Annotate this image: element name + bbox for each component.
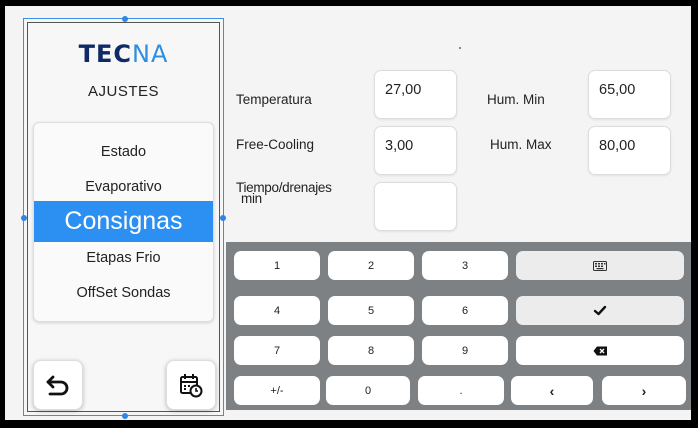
numeric-keypad: 1 2 3 4 5 6 7 8 9 +/- 0 . ‹ › [226, 242, 691, 410]
sidebar-title: AJUSTES [87, 83, 159, 100]
hum-max-field[interactable]: 80,00 [588, 126, 671, 175]
key-0[interactable]: 0 [326, 376, 410, 405]
key-7[interactable]: 7 [234, 336, 320, 365]
selection-handle[interactable] [122, 413, 128, 419]
menu-item-etapas-frio[interactable]: Etapas Frio [34, 250, 213, 266]
keyboard-icon [593, 260, 607, 271]
menu-item-estado[interactable]: Estado [34, 144, 213, 160]
sidebar-panel: TECNA AJUSTES Estado Evaporativo Consign… [27, 22, 220, 412]
key-5[interactable]: 5 [328, 296, 414, 325]
calendar-clock-icon [180, 374, 203, 398]
key-6[interactable]: 6 [422, 296, 508, 325]
brand-logo: TECNA [78, 40, 169, 68]
key-decimal[interactable]: . [418, 376, 504, 405]
key-plus-minus[interactable]: +/- [234, 376, 320, 405]
key-3[interactable]: 3 [422, 251, 508, 280]
free-cooling-field[interactable]: 3,00 [374, 126, 457, 175]
sidebar: TECNA AJUSTES Estado Evaporativo Consign… [21, 16, 226, 419]
back-arrow-icon [46, 375, 69, 396]
check-icon [593, 305, 607, 316]
back-button[interactable] [33, 360, 83, 410]
cursor-left-key[interactable]: ‹ [511, 376, 593, 405]
tiempo-drenajes-label: Tiempo/drenajes min [236, 181, 332, 206]
menu-item-evaporativo[interactable]: Evaporativo [34, 179, 213, 195]
backspace-icon [593, 346, 607, 355]
key-9[interactable]: 9 [422, 336, 508, 365]
hum-max-label: Hum. Max [490, 137, 552, 152]
free-cooling-label: Free-Cooling [236, 137, 315, 152]
settings-menu: Estado Evaporativo Consignas Etapas Frio… [33, 122, 214, 322]
menu-item-offset-sondas[interactable]: OffSet Sondas [34, 285, 213, 301]
key-8[interactable]: 8 [328, 336, 414, 365]
temperatura-label: Temperatura [236, 92, 312, 107]
selection-handle[interactable] [220, 215, 226, 221]
backspace-key[interactable] [516, 336, 684, 365]
key-1[interactable]: 1 [234, 251, 320, 280]
calendar-button[interactable] [166, 360, 216, 410]
hum-min-field[interactable]: 65,00 [588, 70, 671, 119]
temperatura-field[interactable]: 27,00 [374, 70, 457, 119]
menu-item-consignas[interactable]: Consignas [34, 201, 213, 242]
app-screen: TECNA AJUSTES Estado Evaporativo Consign… [5, 6, 691, 420]
key-4[interactable]: 4 [234, 296, 320, 325]
cursor-right-key[interactable]: › [602, 376, 686, 405]
dot-marker [459, 47, 461, 49]
key-2[interactable]: 2 [328, 251, 414, 280]
confirm-key[interactable] [516, 296, 684, 325]
hum-min-label: Hum. Min [487, 92, 545, 107]
keyboard-toggle-key[interactable] [516, 251, 684, 280]
tiempo-drenajes-field[interactable] [374, 182, 457, 231]
